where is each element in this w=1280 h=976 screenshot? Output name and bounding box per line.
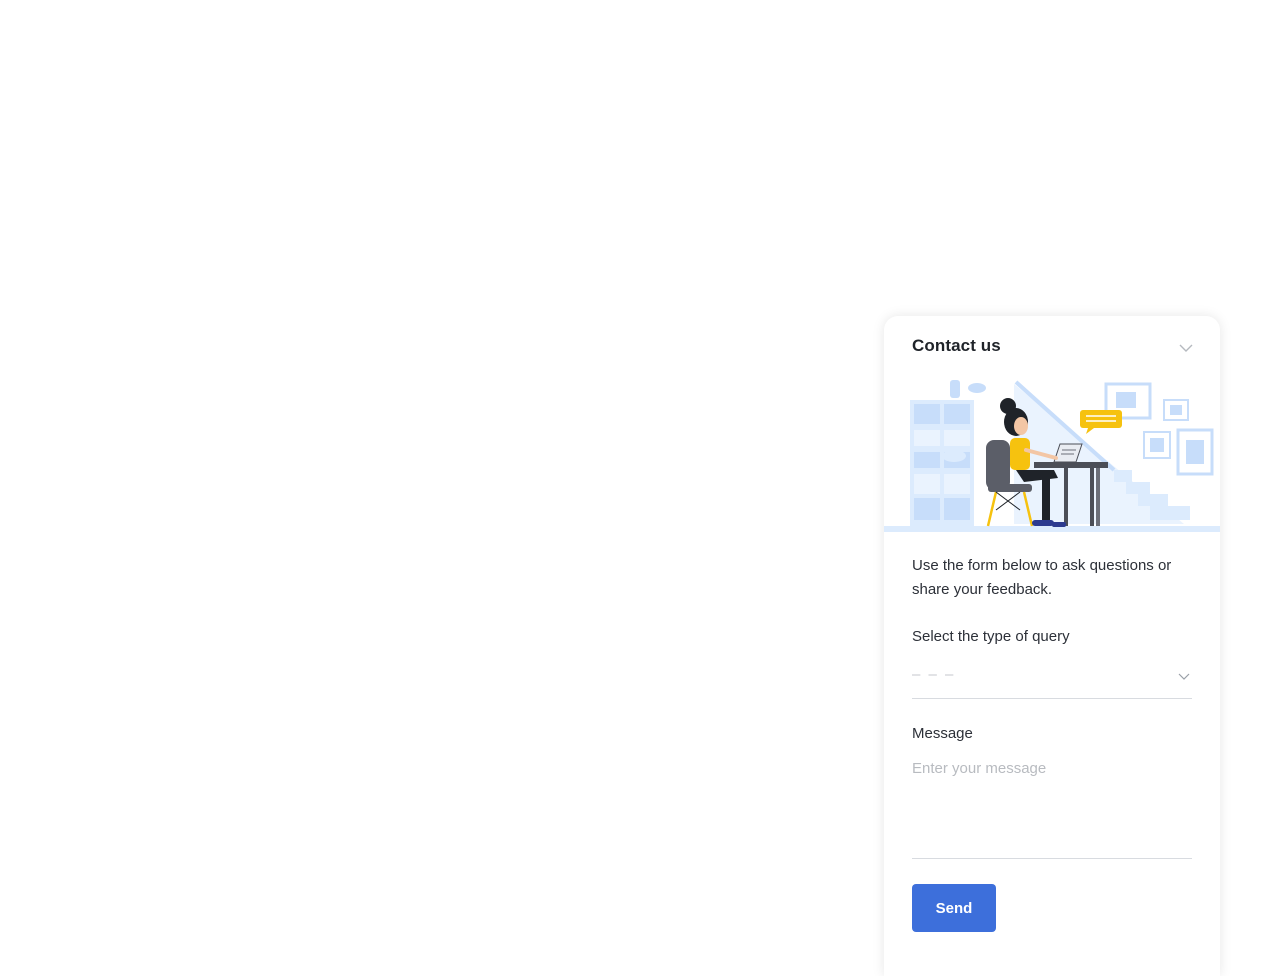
query-type-value: – – – [912,666,956,683]
message-label: Message [912,725,973,742]
widget-title: Contact us [912,336,1001,355]
collapse-button[interactable] [1174,336,1198,360]
contact-widget: Contact us Use the form below to ask que… [884,316,1220,976]
send-button[interactable]: Send [912,884,996,932]
widget-header[interactable]: Contact us [884,316,1220,374]
hero-illustration [884,374,1220,532]
query-type-label: Select the type of query [912,628,1070,645]
chevron-down-icon [1179,344,1193,352]
message-input[interactable] [912,756,1192,859]
chevron-down-icon [1178,673,1190,680]
query-type-select[interactable]: – – – [912,660,1192,699]
intro-text: Use the form below to ask questions or s… [912,557,1172,598]
